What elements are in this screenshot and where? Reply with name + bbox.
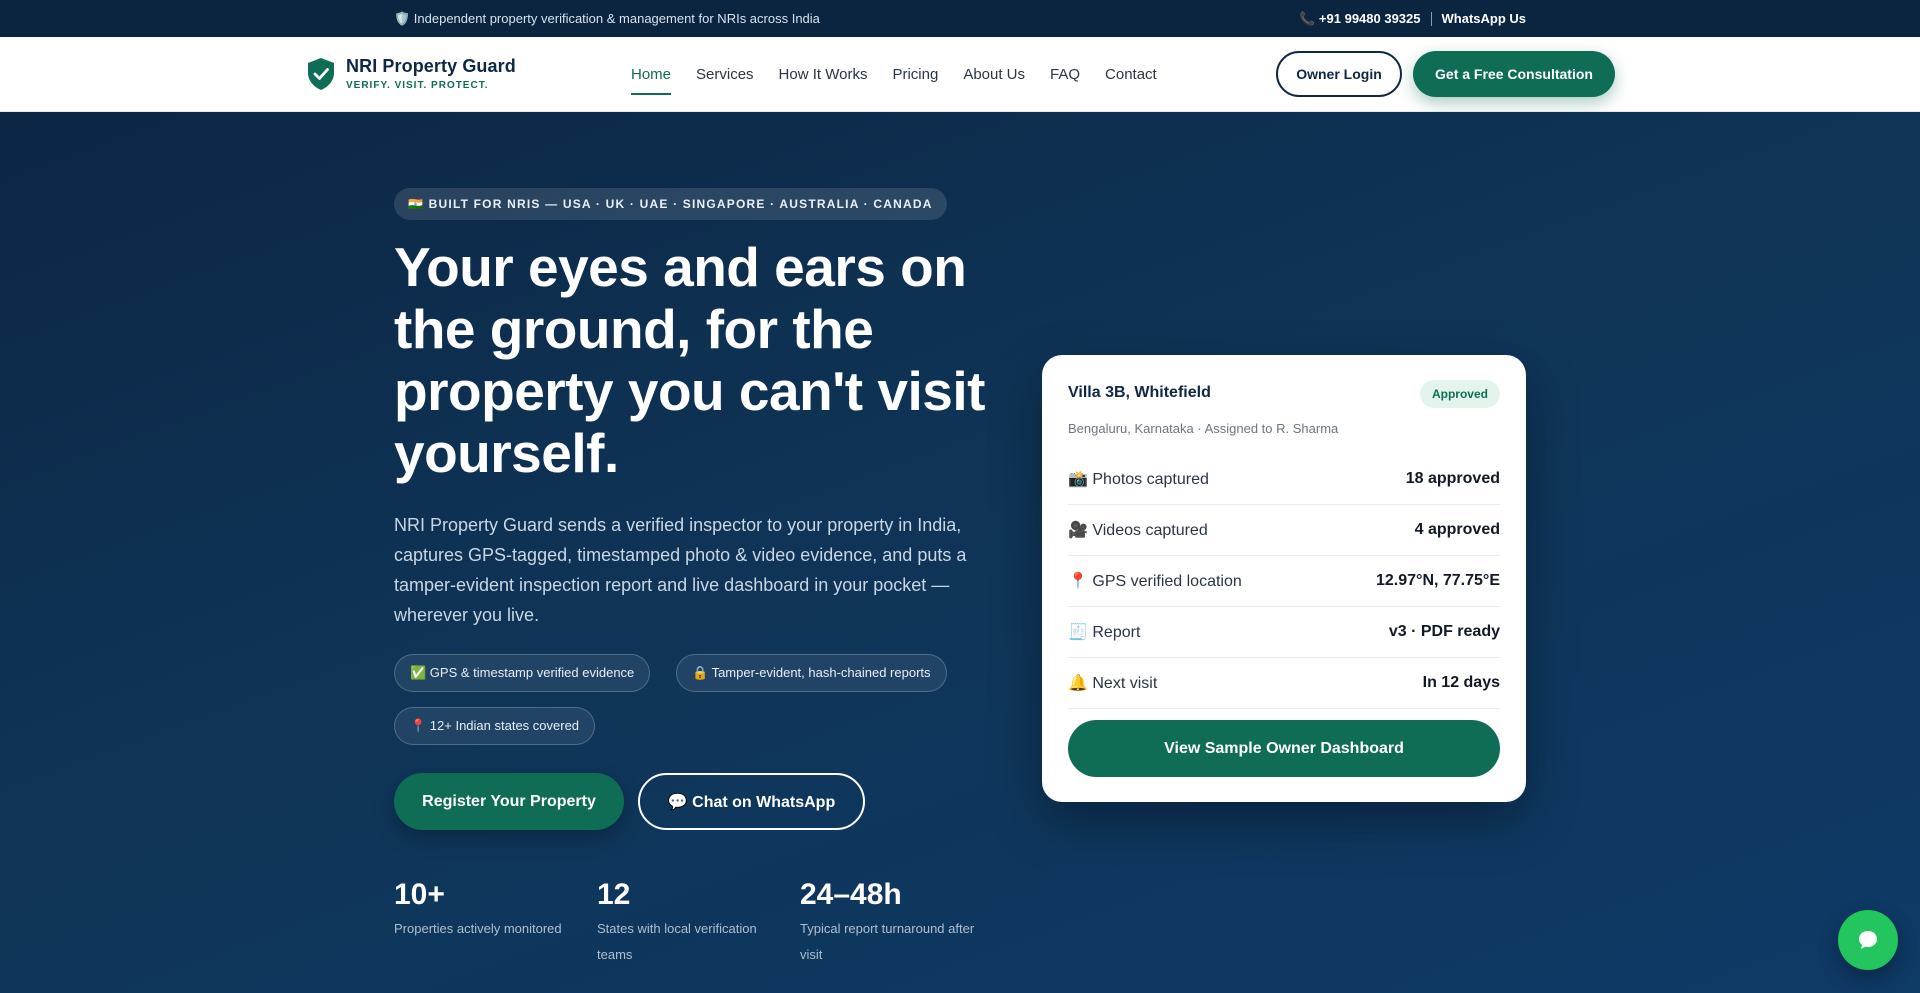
detail-row-report: 🧾 Report v3 · PDF ready <box>1068 607 1500 658</box>
brand-name: NRI Property Guard <box>346 56 516 76</box>
top-announcement-bar: 🛡️ Independent property verification & m… <box>0 0 1920 37</box>
owner-login-button[interactable]: Owner Login <box>1276 51 1402 97</box>
site-header: NRI Property Guard VERIFY. VISIT. PROTEC… <box>0 37 1920 112</box>
property-subtitle: Bengaluru, Karnataka · Assigned to R. Sh… <box>1068 421 1339 436</box>
stat-value: 24–48h <box>800 878 902 911</box>
brand-tagline: VERIFY. VISIT. PROTECT. <box>346 80 489 91</box>
topbar-tagline: 🛡️ Independent property verification & m… <box>394 10 820 26</box>
brand-text: NRI Property Guard VERIFY. VISIT. PROTEC… <box>346 56 516 91</box>
detail-row-photos: 📸 Photos captured 18 approved <box>1068 454 1500 505</box>
topbar-contact: 📞 +91 99480 39325 WhatsApp Us <box>1299 11 1526 27</box>
stat-states: 12 States with local verification teams <box>597 878 777 968</box>
nav-item-contact[interactable]: Contact <box>1105 60 1157 89</box>
detail-value: 12.97°N, 77.75°E <box>1376 572 1500 589</box>
feature-chip-tamper-evident: 🔒 Tamper-evident, hash-chained reports <box>676 654 947 692</box>
property-status-card: Villa 3B, Whitefield Approved Bengaluru,… <box>1042 355 1526 802</box>
status-badge: Approved <box>1419 380 1500 408</box>
topbar-whatsapp-link[interactable]: WhatsApp Us <box>1442 11 1527 26</box>
detail-row-videos: 🎥 Videos captured 4 approved <box>1068 505 1500 556</box>
hero-section: 🇮🇳 BUILT FOR NRIS — USA · UK · UAE · SIN… <box>0 112 1920 993</box>
detail-value: 18 approved <box>1405 470 1500 487</box>
hero-headline: Your eyes and ears on the ground, for th… <box>394 236 985 484</box>
nav-item-services[interactable]: Services <box>696 60 754 89</box>
chat-whatsapp-button[interactable]: 💬 Chat on WhatsApp <box>638 773 865 830</box>
stat-turnaround: 24–48h Typical report turnaround after v… <box>800 878 990 968</box>
nav-item-faq[interactable]: FAQ <box>1050 60 1080 89</box>
stat-value: 10+ <box>394 878 445 911</box>
detail-value: v3 · PDF ready <box>1388 623 1500 640</box>
main-nav: Home Services How It Works Pricing About… <box>631 37 1157 112</box>
register-property-button[interactable]: Register Your Property <box>394 773 624 830</box>
stat-label: Typical report turnaround after visit <box>800 921 975 962</box>
detail-label: 🔔 Next visit <box>1068 675 1158 692</box>
floating-chat-button[interactable] <box>1838 910 1898 970</box>
audience-badge: 🇮🇳 BUILT FOR NRIS — USA · UK · UAE · SIN… <box>394 188 947 220</box>
detail-value: In 12 days <box>1422 674 1500 691</box>
detail-label: 📸 Photos captured <box>1068 471 1209 488</box>
nav-item-about-us[interactable]: About Us <box>963 60 1025 89</box>
feature-chip-gps: ✅ GPS & timestamp verified evidence <box>394 654 651 692</box>
view-sample-dashboard-button[interactable]: View Sample Owner Dashboard <box>1068 720 1500 777</box>
nav-item-how-it-works[interactable]: How It Works <box>779 60 868 89</box>
shield-check-icon <box>308 57 334 90</box>
hero-subtext: NRI Property Guard sends a verified insp… <box>394 515 967 625</box>
stat-value: 12 <box>597 878 631 911</box>
topbar-phone-link[interactable]: 📞 +91 99480 39325 <box>1299 11 1420 27</box>
stat-properties: 10+ Properties actively monitored <box>394 878 584 942</box>
brand-logo-link[interactable]: NRI Property Guard VERIFY. VISIT. PROTEC… <box>306 56 516 91</box>
stat-label: States with local verification teams <box>597 921 757 962</box>
stat-label: Properties actively monitored <box>394 921 562 936</box>
detail-value: 4 approved <box>1414 521 1500 538</box>
nav-item-pricing[interactable]: Pricing <box>892 60 938 89</box>
detail-row-next-visit: 🔔 Next visit In 12 days <box>1068 658 1500 709</box>
chat-bubble-icon <box>1859 931 1877 949</box>
detail-row-gps: 📍 GPS verified location 12.97°N, 77.75°E <box>1068 556 1500 607</box>
detail-label: 🧾 Report <box>1068 624 1141 641</box>
feature-chip-states: 📍 12+ Indian states covered <box>394 707 596 745</box>
property-details-list: 📸 Photos captured 18 approved 🎥 Videos c… <box>1068 454 1500 709</box>
detail-label: 🎥 Videos captured <box>1068 522 1208 539</box>
topbar-divider <box>1430 11 1432 26</box>
detail-label: 📍 GPS verified location <box>1068 573 1242 590</box>
free-consultation-button[interactable]: Get a Free Consultation <box>1413 51 1615 97</box>
property-title: Villa 3B, Whitefield <box>1068 384 1211 401</box>
nav-item-home[interactable]: Home <box>631 60 672 95</box>
